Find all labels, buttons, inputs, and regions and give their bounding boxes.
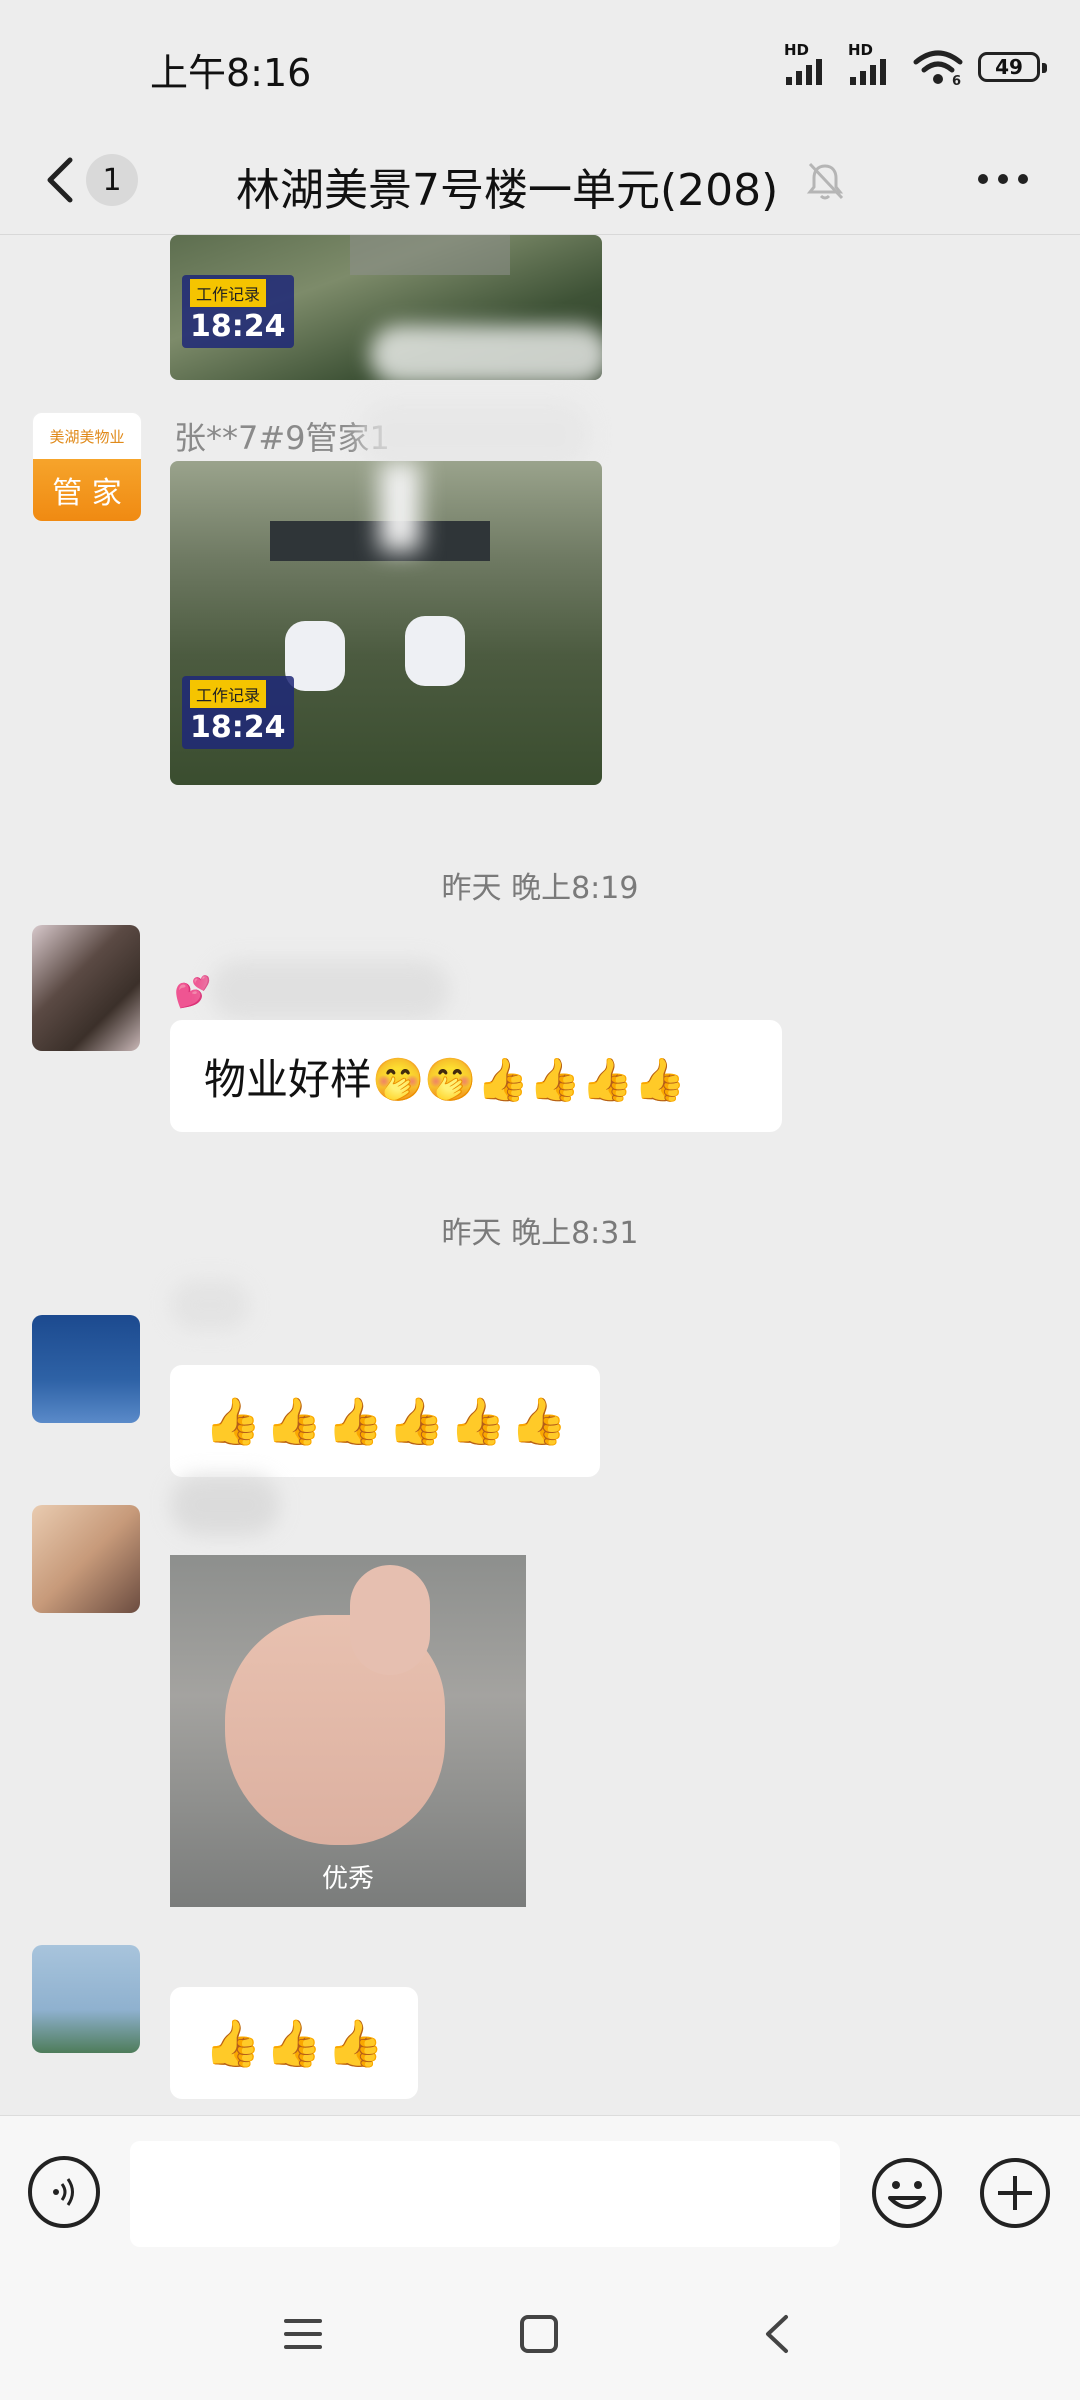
home-square-icon[interactable]: [518, 2313, 560, 2355]
chevron-left-icon[interactable]: [40, 150, 80, 210]
user-avatar[interactable]: [32, 1945, 140, 2053]
sticker-thumb: [350, 1565, 430, 1675]
message-bubble[interactable]: 物业好样🤭🤭👍👍👍👍: [170, 1020, 782, 1132]
photo-stamp: 工作记录 18:24: [182, 676, 294, 749]
redaction-blur: [370, 325, 602, 380]
sender-name: 张**7#9管家1: [174, 419, 390, 457]
unread-count-badge[interactable]: 1: [86, 154, 138, 206]
message-bubble[interactable]: 👍👍👍: [170, 1987, 418, 2099]
photo-detail: [285, 621, 345, 691]
smiley-icon[interactable]: [870, 2156, 944, 2230]
redaction-blur: [170, 1475, 280, 1535]
timestamp: 昨天 晚上8:31: [441, 1216, 639, 1251]
voice-waves-icon: [53, 2178, 74, 2206]
svg-text:6: 6: [952, 74, 961, 86]
thumbs-up-sticker[interactable]: 优秀: [170, 1555, 526, 1907]
redaction-blur: [170, 1280, 250, 1330]
voice-icon[interactable]: [28, 2156, 100, 2228]
status-time: 上午8:16: [150, 51, 312, 95]
system-navigation: [0, 2275, 1080, 2400]
chat-input-bar: [0, 2115, 1080, 2276]
chat-title: 林湖美景7号楼一单元(208): [236, 165, 779, 216]
redaction-blur: [360, 400, 590, 470]
status-icons: HD HD 6 49: [784, 41, 1047, 86]
photo-stamp: 工作记录 18:24: [182, 275, 294, 348]
photo-detail: [350, 235, 510, 275]
manager-avatar[interactable]: 美湖美物业 管 家: [32, 412, 142, 522]
menu-icon[interactable]: [282, 2313, 324, 2355]
message-bubble[interactable]: 👍👍👍👍👍👍: [170, 1365, 600, 1477]
sticker-caption: 优秀: [321, 1864, 374, 1894]
plus-circle-icon[interactable]: [978, 2156, 1052, 2230]
battery-icon: 49: [978, 52, 1047, 82]
user-avatar[interactable]: [32, 1505, 140, 1613]
photo-detail: [380, 461, 420, 551]
work-photo-1[interactable]: 工作记录 18:24: [170, 235, 602, 380]
signal-1-icon: HD: [784, 41, 834, 85]
status-bar: 上午8:16 HD HD 6 49: [0, 0, 1080, 130]
photo-detail: [405, 616, 465, 686]
triangle-back-icon[interactable]: [758, 2313, 800, 2355]
more-dots-icon[interactable]: [975, 164, 1031, 194]
timestamp: 昨天 晚上8:19: [441, 871, 639, 906]
work-photo-2[interactable]: 工作记录 18:24: [170, 461, 602, 785]
wifi-icon: 6: [913, 50, 963, 86]
message-list[interactable]: 工作记录 18:24 美湖美物业 管 家 张**7#9管家1 工作记录 18:2…: [0, 235, 1080, 2115]
user-avatar[interactable]: [32, 1315, 140, 1423]
sparkle-emoji: 💕: [174, 975, 212, 1010]
chat-header: 1 林湖美景7号楼一单元(208): [0, 130, 1080, 235]
signal-2-icon: HD: [848, 41, 898, 85]
message-input[interactable]: [130, 2141, 840, 2247]
redaction-blur: [210, 960, 450, 1020]
user-avatar[interactable]: [32, 925, 140, 1051]
bell-off-icon: [806, 162, 844, 200]
